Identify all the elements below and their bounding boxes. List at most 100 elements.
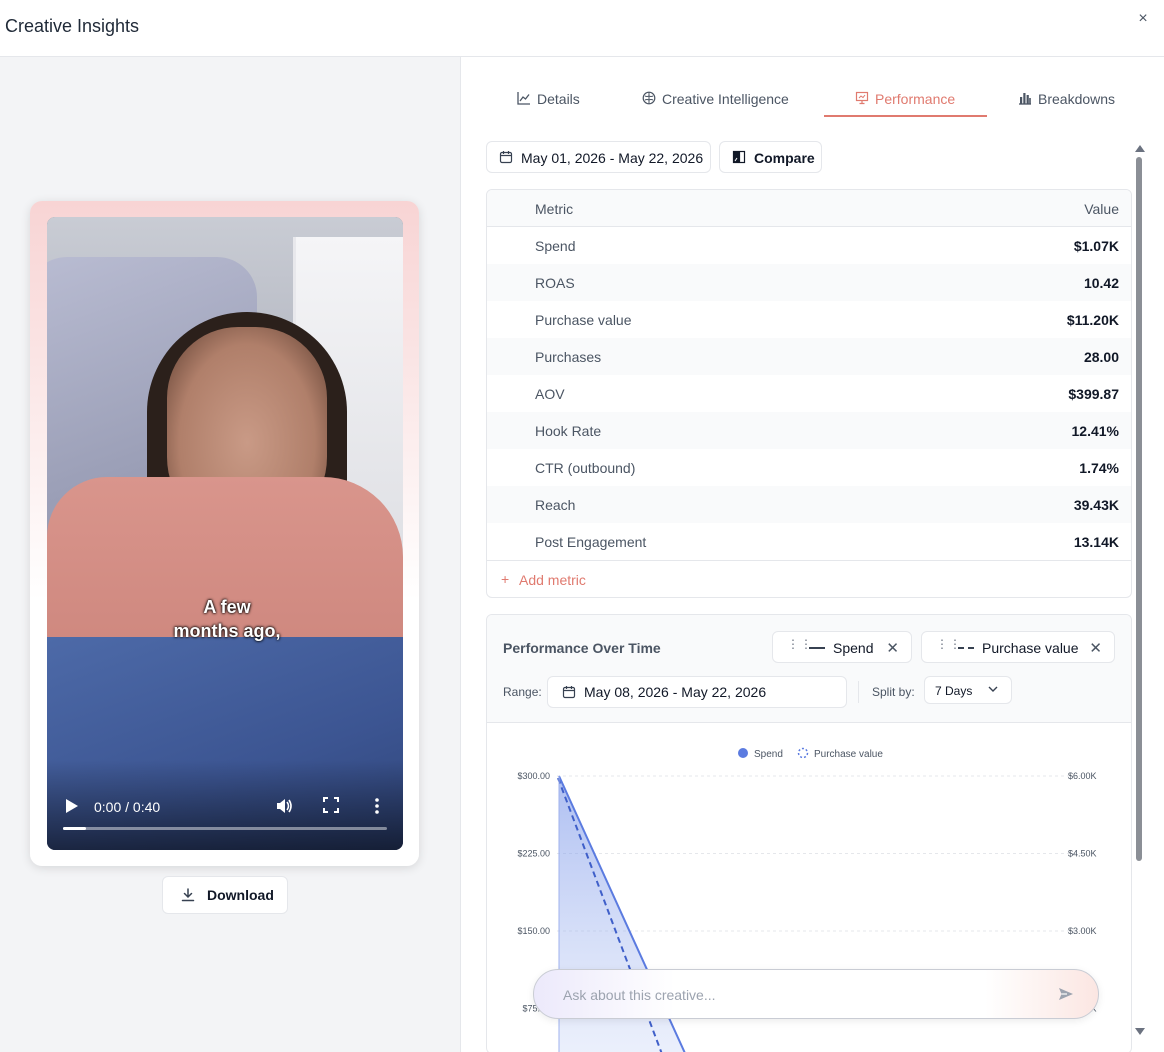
scrollbar-thumb[interactable] — [1136, 157, 1142, 861]
video-controls: 0:00 / 0:40 — [47, 790, 403, 850]
legend-label-spend: Spend — [754, 749, 783, 760]
active-tab-indicator — [824, 115, 987, 117]
metric-value: 1.74% — [1079, 460, 1119, 476]
drag-handle-icon[interactable]: ⋮⋮ — [936, 638, 961, 655]
metric-value: $11.20K — [1066, 312, 1119, 328]
metric-name: Hook Rate — [535, 423, 602, 439]
title-bar: Creative Insights × — [0, 0, 1164, 57]
y-right-tick-label: $6.00K — [1068, 771, 1097, 781]
y-left-tick-label: $300.00 — [517, 771, 550, 781]
metric-value: 10.42 — [1083, 275, 1119, 291]
add-metric-label: Add metric — [519, 572, 586, 588]
send-icon[interactable] — [1058, 986, 1074, 1002]
line-chart-icon — [517, 92, 530, 105]
video-progress-fill — [63, 827, 86, 830]
table-row: Spend $1.07K — [487, 227, 1131, 264]
metric-value: 28.00 — [1083, 349, 1119, 365]
y-right-tick-label: $4.50K — [1068, 849, 1097, 859]
bar-chart-icon — [1019, 93, 1031, 105]
table-row: Purchase value $11.20K — [487, 301, 1131, 338]
video-caption: A few months ago, — [147, 595, 307, 643]
metric-name: CTR (outbound) — [535, 460, 636, 476]
preview-panel: A few months ago, 0:00 / 0:40 Download — [0, 57, 461, 1052]
metric-name: Reach — [535, 497, 576, 513]
performance-over-time-title: Performance Over Time — [503, 640, 661, 656]
metric-value: 39.43K — [1073, 497, 1119, 513]
table-row: Reach 39.43K — [487, 486, 1131, 523]
window-title: Creative Insights — [5, 16, 140, 36]
dashed-line-icon — [958, 647, 974, 649]
metric-name: Purchases — [535, 349, 602, 365]
play-icon[interactable] — [65, 798, 79, 814]
solid-line-icon — [809, 647, 825, 649]
metric-value: $399.87 — [1068, 386, 1119, 402]
series-chip-spend[interactable]: ⋮⋮ Spend ✕ — [772, 631, 912, 663]
compare-icon — [732, 150, 746, 164]
divider — [858, 681, 859, 703]
drag-handle-icon[interactable]: ⋮⋮ — [787, 638, 812, 655]
video-progress-track[interactable] — [63, 827, 387, 830]
calendar-icon — [562, 686, 576, 699]
compare-button[interactable]: Compare — [719, 141, 822, 173]
caption-line-2: months ago, — [173, 621, 281, 641]
download-icon — [181, 888, 195, 902]
split-by-value: 7 Days — [935, 684, 973, 698]
chart-range-picker[interactable]: May 08, 2026 - May 22, 2026 — [547, 676, 847, 708]
remove-series-icon[interactable]: ✕ — [886, 639, 899, 657]
scroll-up-icon[interactable] — [1135, 145, 1145, 152]
panel-scrollbar[interactable] — [1132, 143, 1146, 1035]
table-row: ROAS 10.42 — [487, 264, 1131, 301]
metric-name: Spend — [535, 238, 576, 254]
table-row: AOV $399.87 — [487, 375, 1131, 412]
video-card: A few months ago, 0:00 / 0:40 — [30, 201, 419, 866]
volume-icon[interactable] — [275, 797, 293, 815]
tab-details-label: Details — [537, 91, 580, 107]
chart-range-value: May 08, 2026 - May 22, 2026 — [584, 684, 767, 700]
legend-marker-spend — [738, 748, 748, 758]
legend-marker-purchase-value — [797, 747, 809, 759]
add-metric-button[interactable]: + Add metric — [487, 560, 1131, 597]
plus-icon: + — [501, 571, 510, 587]
range-label: Range: — [503, 685, 542, 699]
tab-bar: Details Creative Intelligence Performanc… — [462, 57, 1164, 119]
series-chip-purchase-value[interactable]: ⋮⋮ Purchase value ✕ — [921, 631, 1115, 663]
value-column-header: Value — [1084, 201, 1119, 217]
legend-label-purchase-value: Purchase value — [814, 749, 883, 760]
fullscreen-icon[interactable] — [323, 797, 339, 813]
calendar-icon — [499, 151, 513, 164]
table-row: Post Engagement 13.14K — [487, 523, 1131, 560]
metrics-table: Metric Value Spend $1.07K ROAS 10.42 Purch… — [486, 189, 1132, 598]
split-by-select[interactable]: 7 Days — [924, 676, 1012, 704]
metrics-table-header: Metric Value — [487, 190, 1131, 227]
metric-name: Purchase value — [535, 312, 632, 328]
download-button[interactable]: Download — [162, 876, 288, 914]
tab-breakdowns-label: Breakdowns — [1038, 91, 1116, 107]
series-chip-label: Spend — [833, 640, 874, 656]
scroll-down-icon[interactable] — [1135, 1028, 1145, 1035]
close-icon[interactable]: × — [1134, 10, 1152, 28]
video-player[interactable]: A few months ago, 0:00 / 0:40 — [47, 217, 403, 850]
table-row: Purchases 28.00 — [487, 338, 1131, 375]
more-options-icon[interactable] — [374, 797, 380, 815]
presentation-icon — [855, 91, 869, 105]
tab-creative-intelligence-label: Creative Intelligence — [662, 91, 789, 107]
metric-name: AOV — [535, 386, 565, 402]
y-right-tick-label: $3.00K — [1068, 926, 1097, 936]
metric-column-header: Metric — [535, 201, 574, 217]
chevron-down-icon — [988, 686, 998, 692]
video-time: 0:00 / 0:40 — [94, 799, 161, 815]
split-by-label: Split by: — [872, 685, 915, 699]
chart-legend: Spend Purchase value — [738, 747, 883, 760]
table-row: Hook Rate 12.41% — [487, 412, 1131, 449]
download-label: Download — [207, 887, 274, 903]
insights-panel: Details Creative Intelligence Performanc… — [462, 57, 1164, 1052]
remove-series-icon[interactable]: ✕ — [1089, 639, 1102, 657]
date-range-picker[interactable]: May 01, 2026 - May 22, 2026 — [486, 141, 711, 173]
caption-line-1: A few — [203, 597, 251, 617]
metric-value: 13.14K — [1073, 534, 1119, 550]
metric-name: Post Engagement — [535, 534, 647, 550]
metric-value: 12.41% — [1071, 423, 1119, 439]
series-chip-label: Purchase value — [982, 640, 1079, 656]
brain-icon — [642, 91, 656, 105]
ask-input[interactable]: Ask about this creative... — [533, 969, 1099, 1019]
